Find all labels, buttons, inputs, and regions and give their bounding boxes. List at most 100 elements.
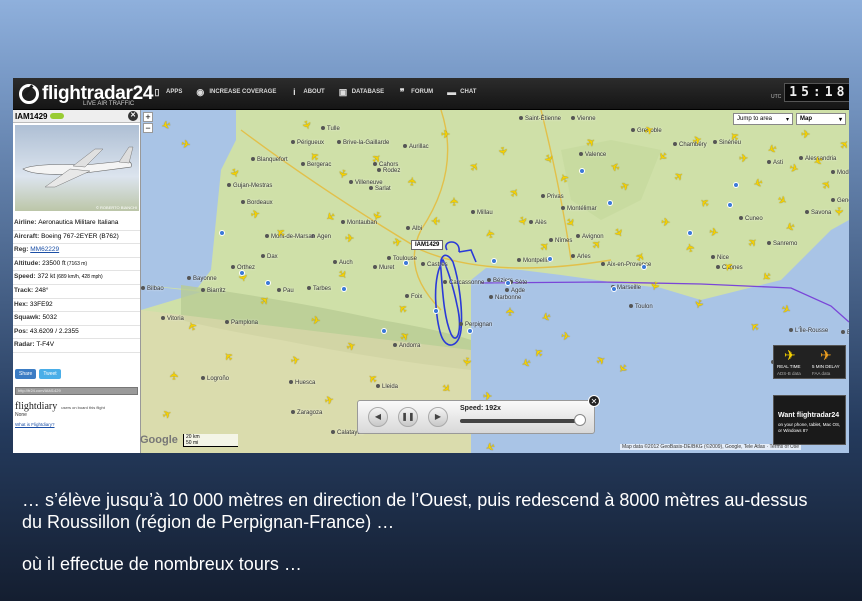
airport-marker[interactable]	[381, 328, 387, 334]
airport-marker[interactable]	[403, 260, 409, 266]
airport-marker[interactable]	[733, 182, 739, 188]
airport-marker[interactable]	[433, 308, 439, 314]
airplane-icon[interactable]: ✈	[495, 146, 508, 157]
follow-toggle[interactable]	[50, 113, 65, 119]
facebook-share-button[interactable]: Share	[15, 368, 37, 379]
flight-number: IAM1429	[15, 111, 48, 121]
city-label: Pau	[277, 288, 294, 294]
airplane-icon[interactable]: ✈	[180, 138, 191, 151]
city-dot-icon	[405, 294, 409, 298]
city-dot-icon	[631, 128, 635, 132]
airplane-icon[interactable]: ✈	[345, 234, 354, 245]
city-dot-icon	[601, 262, 605, 266]
nav-apps[interactable]: ▯ APPS	[153, 87, 183, 97]
airplane-icon[interactable]: ✈	[392, 236, 404, 250]
city-label: Blanquefort	[251, 157, 288, 163]
airplane-icon[interactable]: ✈	[290, 354, 302, 368]
city-name: Huesca	[295, 380, 316, 386]
airport-marker[interactable]	[491, 258, 497, 264]
airport-marker[interactable]	[467, 328, 473, 334]
city-name: Pamplona	[231, 320, 259, 326]
city-name: Bilbao	[147, 286, 164, 292]
airplane-icon[interactable]: ✈	[739, 153, 749, 165]
airport-marker[interactable]	[607, 200, 613, 206]
airport-marker[interactable]	[727, 202, 733, 208]
city-label: Alès	[529, 220, 547, 226]
nav-about[interactable]: i ABOUT	[290, 88, 325, 97]
pause-button[interactable]: ❚❚	[398, 407, 418, 427]
city-name: Modena	[837, 170, 849, 176]
flightdiary-link[interactable]: What is Flightdiary?	[15, 422, 140, 427]
close-icon[interactable]: ✕	[128, 111, 138, 121]
airplane-icon[interactable]: ✈	[708, 226, 719, 239]
detail-label: Altitude:	[14, 259, 43, 267]
airport-marker[interactable]	[611, 286, 617, 292]
city-dot-icon	[406, 226, 410, 230]
flight-label[interactable]: IAM1429	[411, 240, 444, 250]
city-label: Albi	[406, 226, 422, 232]
airplane-icon[interactable]: ✈	[250, 208, 261, 221]
airplane-icon[interactable]: ✈	[310, 314, 321, 327]
airport-marker[interactable]	[265, 280, 271, 286]
airplane-icon[interactable]: ✈	[449, 197, 461, 207]
nav-chat[interactable]: ▬ CHAT	[447, 88, 476, 97]
airplane-icon[interactable]: ✈	[560, 331, 570, 344]
airport-marker[interactable]	[239, 270, 245, 276]
airport-marker[interactable]	[641, 264, 647, 270]
airport-marker[interactable]	[505, 280, 511, 286]
airplane-icon[interactable]: ✈	[801, 130, 810, 141]
city-dot-icon	[341, 220, 345, 224]
speed-slider-track[interactable]	[460, 419, 584, 423]
forward-button[interactable]: ▶	[428, 407, 448, 427]
detail-value[interactable]: MM62229	[30, 246, 59, 253]
airport-marker[interactable]	[547, 256, 553, 262]
city-dot-icon	[579, 152, 583, 156]
nav-increase-coverage[interactable]: ◉ INCREASE COVERAGE	[196, 88, 276, 97]
nav-database[interactable]: ▣ DATABASE	[339, 88, 384, 97]
city-name: Sinérieu	[719, 140, 742, 146]
airport-marker[interactable]	[341, 286, 347, 292]
airplane-icon[interactable]: ✈	[661, 217, 671, 230]
airport-marker[interactable]	[219, 230, 225, 236]
rewind-button[interactable]: ◀	[368, 407, 388, 427]
airplane-icon[interactable]: ✈	[431, 214, 441, 226]
app-promo[interactable]: Want flightradar24 on your phone, tablet…	[773, 395, 846, 445]
city-dot-icon	[767, 160, 771, 164]
phone-icon: ▯	[154, 87, 160, 97]
city-name: Logroño	[207, 376, 230, 382]
airplane-icon[interactable]: ✈	[169, 371, 181, 380]
close-icon[interactable]: ✕	[588, 395, 600, 407]
city-name: Privas	[547, 194, 564, 200]
city-dot-icon	[225, 320, 229, 324]
city-dot-icon	[289, 380, 293, 384]
city-dot-icon	[261, 254, 265, 258]
airplane-icon[interactable]: ✈	[441, 130, 450, 141]
airplane-icon[interactable]: ✈	[505, 307, 517, 316]
speed-slider-handle[interactable]	[574, 414, 586, 426]
airport-marker[interactable]	[579, 168, 585, 174]
city-dot-icon	[376, 384, 380, 388]
airplane-icon[interactable]: ✈	[460, 356, 473, 367]
city-name: Castres	[427, 262, 448, 268]
airplane-icon[interactable]: ✈	[832, 207, 844, 217]
city-name: Albi	[412, 226, 423, 232]
twitter-tweet-button[interactable]: Tweet	[39, 368, 61, 379]
city-dot-icon	[369, 186, 373, 190]
city-name: Blanquefort	[257, 157, 288, 163]
map-type-select[interactable]: Map ▾	[796, 113, 846, 125]
city-label: Gujan-Mestras	[227, 183, 272, 189]
city-label: Tarbes	[307, 286, 331, 292]
zoom-out-button[interactable]: −	[143, 123, 153, 133]
airplane-icon[interactable]: ✈	[407, 176, 420, 186]
city-label: Périgueux	[291, 140, 324, 146]
city-label: Saint-Étienne	[519, 116, 561, 122]
city-label: Castres	[421, 262, 448, 268]
nav-forum[interactable]: ❞ FORUM	[398, 88, 433, 97]
airport-marker[interactable]	[687, 230, 693, 236]
city-name: Tarbes	[313, 286, 332, 292]
flight-url-field[interactable]: http://fr24.com/IAM1429	[15, 386, 138, 395]
jump-to-area-select[interactable]: Jump to area ▾	[733, 113, 793, 125]
city-name: Carcassonne	[449, 280, 485, 286]
logo[interactable]: flightradar24 LIVE AIR TRAFFIC	[19, 81, 153, 107]
zoom-in-button[interactable]: +	[143, 112, 153, 122]
